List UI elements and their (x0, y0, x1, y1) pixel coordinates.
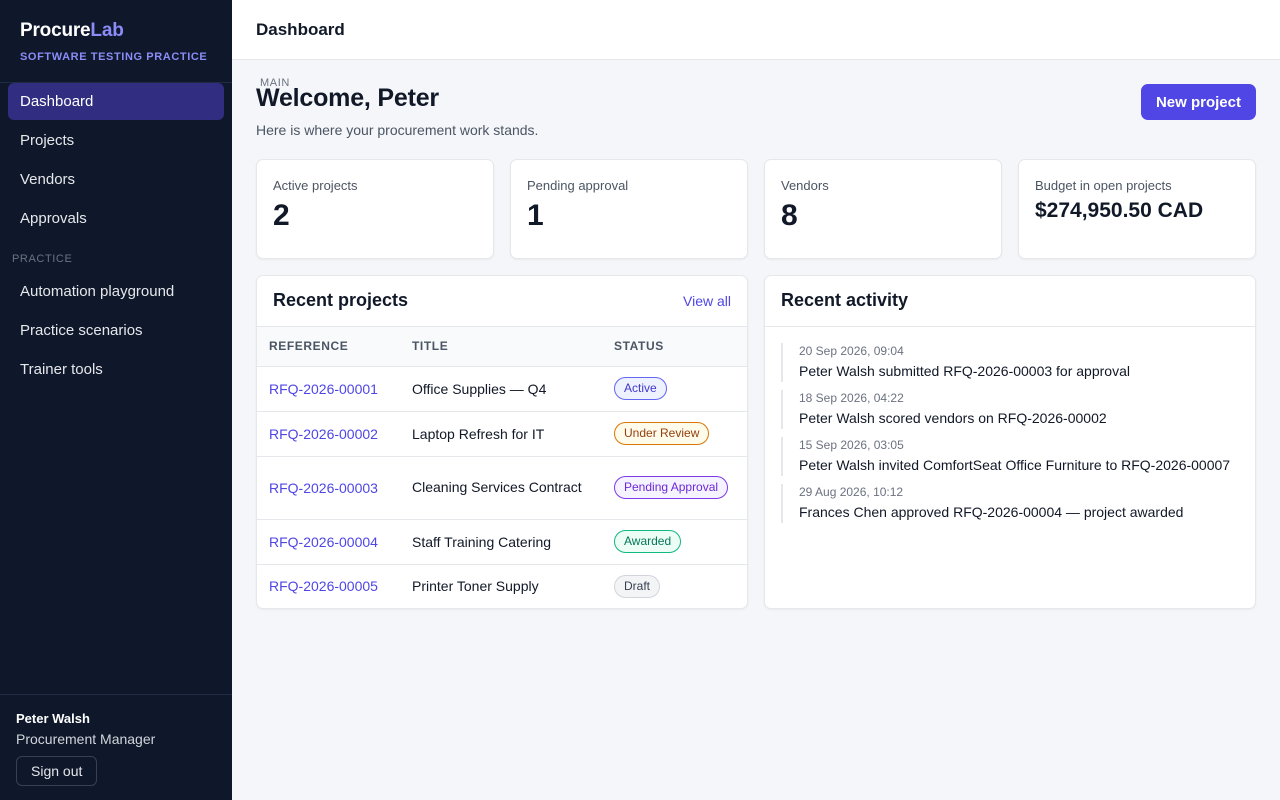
table-row: RFQ-2026-00003 Cleaning Services Contrac… (257, 456, 747, 520)
page-title: Dashboard (256, 20, 345, 39)
recent-activity-title: Recent activity (781, 290, 909, 310)
stat-label: Pending approval (527, 178, 629, 193)
stat-label: Active projects (273, 178, 358, 193)
stat-card-pending-approval: Pending approval 1 (510, 159, 748, 259)
status-cell: Active (602, 366, 747, 412)
activity-time: 20 Sep 2026, 09:04 (799, 344, 904, 358)
activity-text: Frances Chen approved RFQ-2026-00004 — p… (799, 504, 1184, 520)
status-cell: Awarded (602, 519, 747, 565)
stat-label: Vendors (781, 178, 829, 193)
stat-value: $274,950.50 CAD (1035, 199, 1204, 222)
activity-text: Peter Walsh scored vendors on RFQ-2026-0… (799, 410, 1107, 426)
user-name: Peter Walsh (16, 711, 90, 726)
table-row: RFQ-2026-00002 Laptop Refresh for IT Und… (257, 411, 747, 457)
sidebar-user-panel: Peter Walsh Procurement Manager Sign out (0, 694, 232, 800)
stats-row: Active projects 2 Pending approval 1 Ven… (256, 159, 1256, 259)
activity-text: Peter Walsh invited ComfortSeat Office F… (799, 457, 1231, 473)
sidebar: ProcureLab SOFTWARE TESTING PRACTICE MAI… (0, 0, 289, 800)
stat-card-active-projects: Active projects 2 (256, 159, 494, 259)
sidebar-nav: MAIN Dashboard Projects Vendors Approval… (0, 77, 289, 388)
project-reference-link[interactable]: RFQ-2026-00002 (257, 411, 400, 457)
activity-text: Peter Walsh submitted RFQ-2026-00003 for… (799, 363, 1130, 379)
sidebar-item-projects[interactable]: Projects (8, 122, 224, 159)
status-badge: Draft (614, 574, 661, 598)
recent-activity-card: Recent activity 20 Sep 2026, 09:04 Peter… (764, 275, 1256, 609)
status-badge: Awarded (614, 530, 682, 553)
stat-label: Budget in open projects (1035, 178, 1172, 193)
activity-time: 18 Sep 2026, 04:22 (799, 391, 904, 405)
brand-subtitle: SOFTWARE TESTING PRACTICE (20, 51, 208, 63)
project-title: Printer Toner Supply (412, 578, 539, 595)
activity-time: 15 Sep 2026, 03:05 (799, 438, 904, 452)
activity-item: 18 Sep 2026, 04:22 Peter Walsh scored ve… (781, 390, 1239, 429)
activity-item: 29 Aug 2026, 10:12 Frances Chen approved… (781, 484, 1239, 523)
sidebar-item-dashboard[interactable]: Dashboard (8, 83, 224, 120)
stat-card-budget: Budget in open projects $274,950.50 CAD (1018, 159, 1256, 259)
status-cell: Pending Approval (602, 456, 747, 520)
stat-card-vendors: Vendors 8 (764, 159, 1002, 259)
activity-item: 15 Sep 2026, 03:05 Peter Walsh invited C… (781, 437, 1239, 476)
project-reference-link[interactable]: RFQ-2026-00001 (257, 366, 400, 412)
status-badge: Active (614, 377, 667, 400)
status-badge: Pending Approval (614, 476, 729, 499)
status-badge: Under Review (614, 422, 710, 445)
stat-value: 1 (527, 199, 544, 232)
new-project-button[interactable]: New project (1140, 84, 1256, 120)
project-title: Laptop Refresh for IT (400, 411, 602, 457)
column-header-status: STATUS (602, 327, 747, 367)
table-header-row: REFERENCE TITLE STATUS (257, 327, 747, 367)
brand: ProcureLab SOFTWARE TESTING PRACTICE (0, 0, 232, 83)
stat-value: 8 (781, 199, 798, 232)
table-row: RFQ-2026-00001 Office Supplies — Q4 Acti… (257, 366, 747, 412)
status-cell: Under Review (602, 411, 747, 457)
sidebar-item-practice-scenarios[interactable]: Practice scenarios (8, 312, 224, 349)
welcome-subtitle: Here is where your procurement work stan… (256, 122, 539, 138)
project-title: Staff Training Catering (400, 519, 602, 565)
project-reference-link[interactable]: RFQ-2026-00004 (257, 519, 400, 565)
sidebar-item-approvals[interactable]: Approvals (8, 200, 224, 237)
card-header: Recent activity (765, 276, 1255, 327)
column-header-title: TITLE (400, 327, 602, 367)
sidebar-item-automation-playground[interactable]: Automation playground (8, 273, 224, 310)
project-title: Cleaning Services Contract (400, 456, 602, 520)
nav-heading-practice: PRACTICE (12, 253, 73, 265)
card-header: Recent projects View all (257, 276, 747, 327)
activity-item: 20 Sep 2026, 09:04 Peter Walsh submitted… (781, 343, 1239, 382)
activity-feed: 20 Sep 2026, 09:04 Peter Walsh submitted… (765, 327, 1255, 523)
sign-out-button[interactable]: Sign out (16, 756, 98, 786)
brand-name-part1: Procure (20, 20, 91, 41)
activity-time: 29 Aug 2026, 10:12 (799, 485, 904, 499)
stat-value: 2 (273, 199, 290, 232)
sidebar-item-vendors[interactable]: Vendors (8, 161, 224, 198)
projects-table: REFERENCE TITLE STATUS RFQ-2026-00001 Of… (257, 327, 747, 608)
welcome-heading: Welcome, Peter (256, 84, 439, 112)
column-header-reference: REFERENCE (257, 327, 400, 367)
status-cell: Draft (602, 564, 747, 608)
sidebar-item-trainer-tools[interactable]: Trainer tools (8, 351, 224, 388)
top-bar: Dashboard (232, 0, 1280, 60)
project-reference-link[interactable]: RFQ-2026-00005 (257, 564, 400, 608)
table-row: RFQ-2026-00005 Printer Toner Supply Draf… (257, 564, 747, 608)
recent-projects-title: Recent projects (273, 290, 409, 310)
project-reference-link[interactable]: RFQ-2026-00003 (257, 456, 400, 520)
table-row: RFQ-2026-00004 Staff Training Catering A… (257, 519, 747, 565)
project-title: Office Supplies — Q4 (400, 366, 602, 412)
brand-logo[interactable]: ProcureLab (20, 20, 212, 42)
view-all-link[interactable]: View all (683, 293, 731, 309)
recent-projects-card: Recent projects View all REFERENCE TITLE… (256, 275, 748, 609)
user-role: Procurement Manager (16, 731, 156, 747)
brand-name-part2: Lab (90, 20, 124, 41)
